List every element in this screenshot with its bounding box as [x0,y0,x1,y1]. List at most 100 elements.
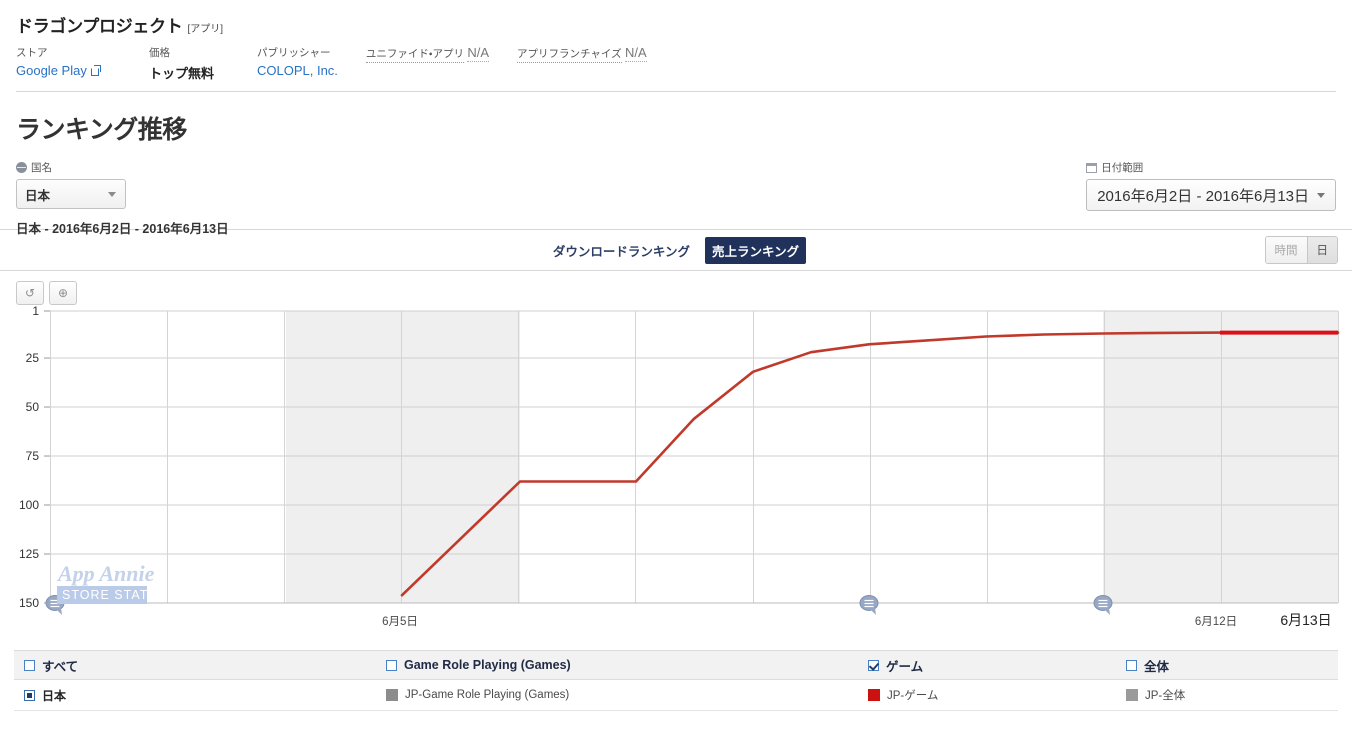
zoom-in-button[interactable]: ⊕ [49,281,77,305]
legend-filter-all[interactable]: すべて [14,656,376,675]
legend-filter-game-role-playing[interactable]: Game Role Playing (Games) [376,658,858,672]
swatch-jp-games [868,689,880,701]
marker-tail [1104,608,1110,615]
meta-price-label: 価格 [149,47,170,59]
y-axis-tick-label: 125 [19,547,39,561]
reset-zoom-button[interactable]: ↺ [16,281,44,305]
chart-weekend-bands [286,311,1338,603]
tab-download-ranking[interactable]: ダウンロードランキング [546,237,697,264]
y-axis-tick-label: 100 [19,498,39,512]
legend-filter-overall[interactable]: 全体 [1116,656,1336,675]
date-range-select[interactable]: 2016年6月2日 - 2016年6月13日 [1086,179,1336,211]
meta-app-franchise-value: N/A [624,45,647,62]
legend-series-jp-overall-label: JP-全体 [1145,690,1186,702]
chevron-down-icon [108,191,116,197]
legend-filter-overall-label: 全体 [1144,659,1170,674]
legend-series-jp-overall[interactable]: JP-全体 [1116,687,1336,703]
checkbox-all-icon[interactable] [24,659,35,671]
y-axis-tick-label: 150 [19,596,39,610]
meta-publisher: パブリッシャー COLOPL, Inc. [257,45,338,82]
checkbox-overall-icon[interactable] [1126,659,1137,671]
app-title-row: ドラゴンプロジェクト [アプリ] [16,12,1336,37]
calendar-icon [1086,162,1098,173]
date-range-filter: 日付範囲 2016年6月2日 - 2016年6月13日 [1086,160,1336,211]
checkbox-games-icon[interactable] [868,659,879,671]
watermark-sub: STORE STATS [62,588,158,602]
country-select[interactable]: 日本 [16,179,126,209]
meta-price-value: トップ無料 [149,66,215,81]
annotation-marker[interactable] [859,595,879,616]
app-header: ドラゴンプロジェクト [アプリ] ストア Google Play 価格 トップ無… [0,0,1352,92]
meta-store: ストア Google Play [16,45,121,82]
ranking-chart[interactable]: 1 25 50 75 100 125 150 6月5日 6月12日 6月13日 App Anni… [0,303,1352,628]
filter-bar: 国名 日本 日本 - 2016年6月2日 - 2016年6月13日 日付範囲 2… [0,152,1352,236]
legend-series-jp-game-role-playing[interactable]: JP-Game Role Playing (Games) [376,689,858,701]
watermark-brand: App Annie [56,561,155,586]
date-range-value: 2016年6月2日 - 2016年6月13日 [1097,187,1309,205]
app-title: ドラゴンプロジェクト [16,17,183,36]
legend-filter-all-label: すべて [42,659,79,674]
legend-series-row: 日本 JP-Game Role Playing (Games) JP-ゲーム J… [14,680,1338,711]
meta-unified-app-value: N/A [467,45,490,62]
y-axis-tick-label: 25 [26,351,40,365]
chart-toolbar: ↺ ⊕ [16,281,77,305]
x-axis-tick-label: 6月13日 [1280,612,1331,628]
chart-y-axis: 1255075100125150 [19,304,50,610]
granularity-day-button[interactable]: 日 [1307,237,1337,263]
app-meta-row: ストア Google Play 価格 トップ無料 パブリッシャー COLOPL,… [16,45,1336,92]
annotation-marker[interactable] [1093,595,1113,616]
meta-publisher-value[interactable]: COLOPL, Inc. [257,63,338,78]
granularity-hour-button[interactable]: 時間 [1265,237,1308,263]
external-link-icon [90,66,100,76]
globe-icon [16,162,27,173]
legend-series-japan-label: 日本 [42,688,67,703]
meta-store-value[interactable]: Google Play [16,63,121,78]
swatch-jp-game-role-playing [386,689,398,701]
marker-tail [870,608,876,615]
meta-price: 価格 トップ無料 [149,45,229,82]
legend-filter-games[interactable]: ゲーム [858,656,1116,675]
chart-range-markers[interactable] [45,595,1113,616]
meta-app-franchise: アプリフランチャイズ N/A [517,45,647,82]
swatch-jp-overall [1126,689,1138,701]
ranking-chart-svg[interactable]: 1255075100125150 6月5日 6月12日 6月13日 App Anni… [0,303,1352,633]
tab-revenue-ranking[interactable]: 売上ランキング [705,236,807,264]
legend-filter-games-label: ゲーム [886,659,924,674]
checkbox-game-role-playing-icon[interactable] [386,659,397,671]
app-kind-badge: [アプリ] [187,24,224,35]
weekend-band [1103,311,1338,603]
ranking-tabs: ダウンロードランキング 売上ランキング [546,236,807,264]
legend-series-jp-games[interactable]: JP-ゲーム [858,687,1116,703]
date-range-label: 日付範囲 [1086,160,1336,175]
legend-series-jp-game-role-playing-label: JP-Game Role Playing (Games) [405,689,570,701]
ranking-tab-bar: ダウンロードランキング 売上ランキング 時間 日 [0,230,1352,271]
meta-unified-app-label: ユニファイド・アプリ [365,46,464,63]
x-axis-tick-label: 6月12日 [1195,616,1237,628]
page-title: ランキング推移 [16,116,187,144]
x-axis-tick-label: 6月5日 [382,616,418,628]
granularity-toggle-group: 時間 日 [1264,236,1338,264]
chart-watermark: App Annie STORE STATS [56,561,158,604]
meta-app-franchise-label: アプリフランチャイズ [517,46,622,63]
chart-section: ↺ ⊕ 1 25 50 75 100 125 150 6月5日 6月12日 6月13日 App … [0,271,1352,661]
chart-x-axis: 6月5日 6月12日 6月13日 [382,612,1332,628]
chevron-down-icon [1317,192,1325,198]
weekend-band [286,311,520,603]
meta-store-label: ストア [16,47,48,59]
y-axis-tick-label: 75 [26,449,40,463]
chart-legend: すべて Game Role Playing (Games) ゲーム 全体 日本 … [14,650,1338,711]
date-range-label-text: 日付範囲 [1101,162,1144,174]
marker-tail [56,608,62,615]
legend-header-row: すべて Game Role Playing (Games) ゲーム 全体 [14,650,1338,680]
store-link-text: Google Play [16,63,87,78]
meta-unified-app: ユニファイド・アプリ N/A [365,45,490,82]
meta-publisher-label: パブリッシャー [257,47,331,59]
country-select-value: 日本 [25,188,51,203]
legend-series-jp-games-label: JP-ゲーム [887,690,939,702]
legend-filter-game-role-playing-label: Game Role Playing (Games) [404,658,571,672]
y-axis-tick-label: 1 [32,304,39,318]
legend-series-japan[interactable]: 日本 [14,687,376,704]
country-label-text: 国名 [31,162,52,174]
radio-japan-icon[interactable] [24,689,35,701]
y-axis-tick-label: 50 [26,400,40,414]
